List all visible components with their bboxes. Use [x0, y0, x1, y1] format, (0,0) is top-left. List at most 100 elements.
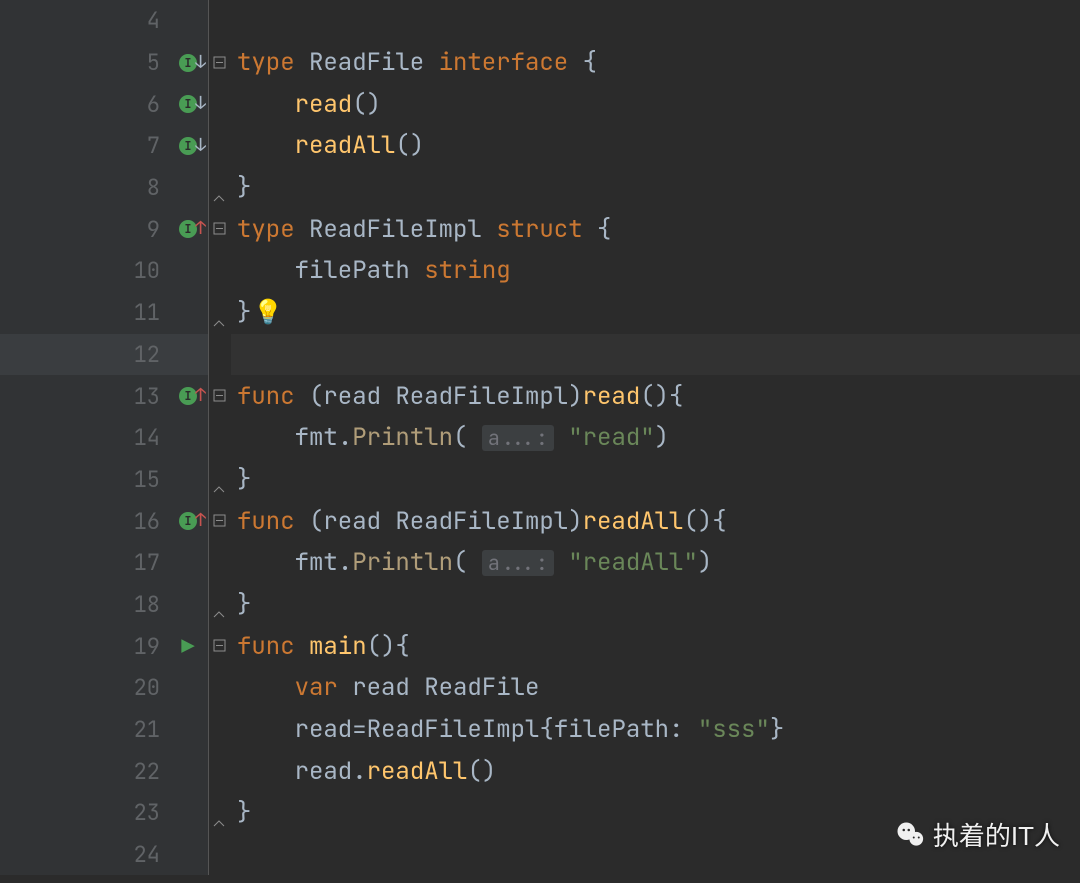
fold-gutter[interactable] — [208, 125, 231, 167]
fold-open-icon[interactable] — [213, 639, 227, 653]
line-number[interactable]: 13 — [68, 375, 168, 417]
gutter-margin[interactable] — [0, 167, 68, 209]
fold-gutter[interactable] — [208, 375, 231, 417]
line-number[interactable]: 10 — [68, 250, 168, 292]
gutter-margin[interactable] — [0, 0, 68, 42]
line-number[interactable]: 14 — [68, 417, 168, 459]
fold-gutter[interactable] — [208, 83, 231, 125]
gutter-indicator[interactable]: I↓ — [168, 125, 208, 167]
code-content[interactable]: } — [231, 589, 1080, 620]
code-line[interactable]: 11 }💡 — [0, 292, 1080, 334]
fold-gutter[interactable] — [208, 292, 231, 334]
gutter-margin[interactable] — [0, 292, 68, 334]
code-content[interactable]: type ReadFileImpl struct { — [231, 214, 1080, 245]
code-line[interactable]: 19▶func main(){ — [0, 625, 1080, 667]
gutter-indicator[interactable] — [168, 292, 208, 334]
fold-gutter[interactable] — [208, 417, 231, 459]
run-icon[interactable]: ▶ — [181, 632, 194, 661]
lightbulb-icon[interactable]: 💡 — [253, 297, 283, 328]
line-number[interactable]: 12 — [68, 334, 168, 376]
code-line[interactable]: 8} — [0, 167, 1080, 209]
line-number[interactable]: 17 — [68, 542, 168, 584]
line-number[interactable]: 23 — [68, 792, 168, 834]
fold-close-icon[interactable] — [213, 597, 227, 611]
fold-gutter[interactable] — [208, 208, 231, 250]
gutter-indicator[interactable] — [168, 750, 208, 792]
gutter-margin[interactable] — [0, 459, 68, 501]
fold-gutter[interactable] — [208, 334, 231, 376]
gutter-indicator[interactable] — [168, 667, 208, 709]
line-number[interactable]: 8 — [68, 167, 168, 209]
code-content[interactable]: } — [231, 464, 1080, 495]
gutter-margin[interactable] — [0, 500, 68, 542]
code-content[interactable]: filePath string — [231, 255, 1080, 286]
fold-close-icon[interactable] — [213, 181, 227, 195]
code-line[interactable]: 7I↓ readAll() — [0, 125, 1080, 167]
code-line[interactable]: 17 fmt.Println( a...: "readAll") — [0, 542, 1080, 584]
gutter-margin[interactable] — [0, 584, 68, 626]
line-number[interactable]: 6 — [68, 83, 168, 125]
gutter-margin[interactable] — [0, 334, 68, 376]
line-number[interactable]: 4 — [68, 0, 168, 42]
fold-gutter[interactable] — [208, 792, 231, 834]
code-content[interactable]: } — [231, 172, 1080, 203]
gutter-indicator[interactable]: ▶ — [168, 625, 208, 667]
gutter-indicator[interactable]: I↑ — [168, 500, 208, 542]
fold-gutter[interactable] — [208, 834, 231, 876]
fold-close-icon[interactable] — [213, 306, 227, 320]
code-content[interactable]: readAll() — [231, 130, 1080, 161]
gutter-indicator[interactable] — [168, 167, 208, 209]
gutter-margin[interactable] — [0, 625, 68, 667]
gutter-margin[interactable] — [0, 834, 68, 876]
gutter-margin[interactable] — [0, 542, 68, 584]
code-line[interactable]: 5I↓type ReadFile interface { — [0, 42, 1080, 84]
fold-close-icon[interactable] — [213, 472, 227, 486]
line-number[interactable]: 18 — [68, 584, 168, 626]
code-content[interactable]: fmt.Println( a...: "readAll") — [231, 547, 1080, 578]
fold-gutter[interactable] — [208, 750, 231, 792]
fold-gutter[interactable] — [208, 42, 231, 84]
gutter-indicator[interactable] — [168, 417, 208, 459]
gutter-indicator[interactable] — [168, 334, 208, 376]
gutter-margin[interactable] — [0, 125, 68, 167]
line-number[interactable]: 24 — [68, 834, 168, 876]
fold-gutter[interactable] — [208, 709, 231, 751]
fold-gutter[interactable] — [208, 167, 231, 209]
fold-close-icon[interactable] — [213, 806, 227, 820]
gutter-margin[interactable] — [0, 792, 68, 834]
line-number[interactable]: 20 — [68, 667, 168, 709]
fold-gutter[interactable] — [208, 625, 231, 667]
code-content[interactable]: }💡 — [231, 297, 1080, 328]
line-number[interactable]: 5 — [68, 42, 168, 84]
code-line[interactable]: 13I↑func (read ReadFileImpl)read(){ — [0, 375, 1080, 417]
code-content[interactable]: type ReadFile interface { — [231, 47, 1080, 78]
code-line[interactable]: 16I↑ func (read ReadFileImpl)readAll(){ — [0, 500, 1080, 542]
code-line[interactable]: 20 var read ReadFile — [0, 667, 1080, 709]
code-content[interactable]: read=ReadFileImpl{filePath: "sss"} — [231, 714, 1080, 745]
gutter-margin[interactable] — [0, 709, 68, 751]
fold-open-icon[interactable] — [213, 389, 227, 403]
code-line[interactable]: 21 read=ReadFileImpl{filePath: "sss"} — [0, 709, 1080, 751]
line-number[interactable]: 16 — [68, 500, 168, 542]
fold-gutter[interactable] — [208, 250, 231, 292]
fold-gutter[interactable] — [208, 459, 231, 501]
code-line[interactable]: 4 — [0, 0, 1080, 42]
line-number[interactable]: 9 — [68, 208, 168, 250]
code-content[interactable]: func (read ReadFileImpl)readAll(){ — [231, 506, 1080, 537]
line-number[interactable]: 21 — [68, 709, 168, 751]
gutter-indicator[interactable] — [168, 250, 208, 292]
line-number[interactable]: 7 — [68, 125, 168, 167]
code-line[interactable]: 12 — [0, 334, 1080, 376]
gutter-margin[interactable] — [0, 83, 68, 125]
line-number[interactable]: 11 — [68, 292, 168, 334]
code-editor[interactable]: 45I↓type ReadFile interface {6I↓ read() 7… — [0, 0, 1080, 883]
gutter-margin[interactable] — [0, 42, 68, 84]
code-line[interactable]: 18} — [0, 584, 1080, 626]
code-content[interactable]: read() — [231, 89, 1080, 120]
gutter-indicator[interactable]: I↑ — [168, 375, 208, 417]
code-content[interactable]: func main(){ — [231, 631, 1080, 662]
code-content[interactable]: var read ReadFile — [231, 672, 1080, 703]
gutter-indicator[interactable] — [168, 834, 208, 876]
gutter-margin[interactable] — [0, 208, 68, 250]
gutter-indicator[interactable] — [168, 459, 208, 501]
